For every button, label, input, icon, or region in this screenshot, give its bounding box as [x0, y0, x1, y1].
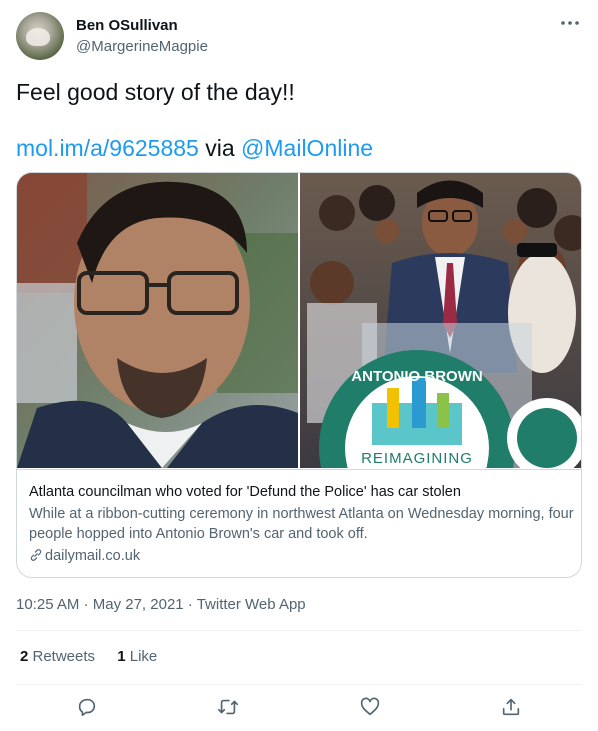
tweet-date[interactable]: May 27, 2021	[93, 596, 184, 613]
divider	[16, 684, 582, 685]
card-image: ANTONIO BROWN REIMAGINING	[17, 173, 581, 468]
avatar[interactable]	[16, 12, 64, 60]
sign-top-text: ANTONIO BROWN	[351, 368, 482, 385]
divider	[16, 630, 582, 631]
tweet-link-line: mol.im/a/9625885 via @MailOnline	[16, 134, 373, 162]
likes-stat[interactable]: 1 Like	[117, 648, 157, 665]
card-domain: dailymail.co.uk	[29, 548, 140, 564]
likes-label: Like	[125, 648, 158, 665]
tweet-link[interactable]: mol.im/a/9625885	[16, 135, 199, 161]
mention-link[interactable]: @MailOnline	[241, 135, 373, 161]
display-name[interactable]: Ben OSullivan	[76, 17, 178, 34]
card-domain-text: dailymail.co.uk	[45, 548, 141, 564]
retweets-stat[interactable]: 2 Retweets	[20, 648, 95, 665]
tweet: Ben OSullivan @MargerineMagpie Feel good…	[0, 0, 598, 731]
via-text: via	[198, 135, 242, 161]
tweet-source[interactable]: Twitter Web App	[197, 596, 306, 613]
action-bar	[16, 692, 582, 724]
more-icon[interactable]	[558, 14, 582, 34]
card-title: Atlanta councilman who voted for 'Defund…	[29, 484, 461, 500]
tweet-time[interactable]: 10:25 AM	[16, 596, 79, 613]
meta-separator: ·	[183, 596, 197, 613]
like-icon[interactable]	[359, 696, 383, 720]
retweet-icon[interactable]	[217, 696, 241, 720]
tweet-meta: 10:25 AM · May 27, 2021 · Twitter Web Ap…	[16, 596, 306, 613]
user-handle[interactable]: @MargerineMagpie	[76, 38, 208, 55]
meta-separator: ·	[79, 596, 93, 613]
link-icon	[29, 548, 43, 562]
retweets-label: Retweets	[28, 648, 96, 665]
tweet-text: Feel good story of the day!!	[16, 79, 295, 105]
card-text: Atlanta councilman who voted for 'Defund…	[17, 469, 581, 577]
reply-icon[interactable]	[76, 696, 100, 720]
card-description: While at a ribbon-cutting ceremony in no…	[29, 506, 574, 542]
tweet-stats: 2 Retweets 1 Like	[20, 648, 175, 665]
sign-bottom-text: REIMAGINING	[361, 450, 473, 467]
likes-count: 1	[117, 648, 126, 665]
tweet-header: Ben OSullivan @MargerineMagpie	[16, 12, 582, 60]
share-icon[interactable]	[500, 696, 524, 720]
link-card[interactable]: ANTONIO BROWN REIMAGINING Atlanta counci…	[16, 172, 582, 578]
